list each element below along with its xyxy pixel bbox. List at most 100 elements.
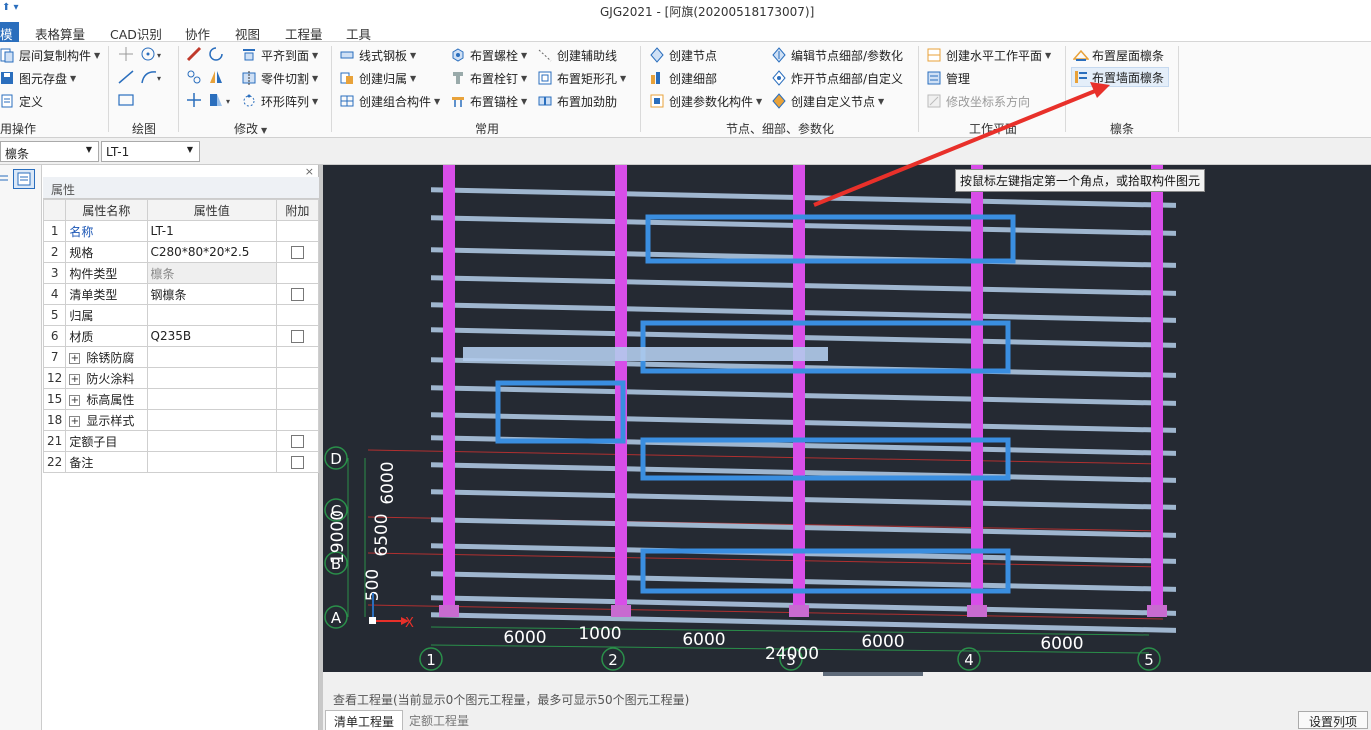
left-tool-strip — [0, 165, 42, 730]
axis-label: 1 — [426, 651, 436, 669]
properties-tab-icon[interactable] — [13, 169, 35, 189]
offset-icon[interactable] — [186, 69, 204, 88]
menu-collaborate[interactable]: 协作 — [185, 24, 210, 43]
property-value[interactable]: LT-1 — [146, 220, 277, 242]
dimension-label: 6000 — [503, 628, 546, 648]
group-label-modify[interactable]: 修改 ▼ — [234, 120, 267, 137]
copy-between-floors-button[interactable]: 层间复制构件 ▼ — [0, 45, 100, 65]
copy-between-floors-label: 层间复制构件 — [19, 48, 92, 63]
menu-tools[interactable]: 工具 — [346, 24, 371, 43]
draw-arc-tool[interactable]: ▾ — [140, 69, 166, 88]
table-row[interactable]: 21 定额子目 — [42, 430, 320, 452]
explode-node-button[interactable]: 炸开节点细部/自定义 — [772, 68, 903, 88]
edit-node-detail-button[interactable]: 编辑节点细部/参数化 — [772, 45, 903, 65]
table-row[interactable]: 6 材质 Q235B — [42, 325, 320, 347]
manage-workplane-button[interactable]: 管理 — [927, 68, 970, 88]
place-bolt-button[interactable]: 布置螺栓 ▼ — [451, 45, 527, 65]
table-row[interactable]: 15 + 标高属性 — [42, 388, 320, 410]
attach-checkbox[interactable] — [290, 246, 304, 259]
pen-icon[interactable] — [186, 46, 204, 65]
window-title: GJG2021 - [阿旗(20200518173007)] — [600, 5, 815, 19]
attach-cell — [275, 220, 320, 242]
table-row[interactable]: 12 + 防火涂料 — [42, 367, 320, 389]
place-stiffener-button[interactable]: 布置加劲肋 — [538, 91, 617, 111]
expand-icon[interactable]: + — [69, 352, 81, 364]
menu-table-calc[interactable]: 表格算量 — [35, 24, 85, 43]
list-icon[interactable] — [0, 171, 10, 187]
menu-view[interactable]: 视图 — [235, 24, 260, 43]
attach-checkbox[interactable] — [290, 330, 304, 343]
property-value[interactable]: 钢檩条 — [146, 283, 277, 305]
move-icon[interactable] — [186, 92, 204, 111]
place-anchor-bolt-button[interactable]: 布置锚栓 ▼ — [451, 91, 527, 111]
table-row[interactable]: 3 构件类型 檩条 — [42, 262, 320, 284]
component-name-select[interactable]: LT-1 ▼ — [101, 141, 200, 162]
table-row[interactable]: 7 + 除锈防腐 — [42, 346, 320, 368]
draw-rectangle-tool[interactable] — [117, 92, 137, 111]
attach-checkbox[interactable] — [290, 456, 304, 469]
table-row[interactable]: 22 备注 — [42, 451, 320, 473]
model-canvas[interactable]: 1 2 3 4 5ABCD6000 1000 6000 6000 600024000600065… — [323, 165, 1371, 672]
create-detail-button[interactable]: 创建细部 — [650, 68, 717, 88]
model-viewport[interactable]: 1 2 3 4 5 A B C D 6000 1000 6000 6000 6000 24000 6000 65… — [323, 165, 1371, 672]
save-element-button[interactable]: 图元存盘 ▼ — [0, 68, 76, 88]
expand-icon[interactable]: + — [69, 394, 81, 406]
create-aux-line-button[interactable]: 创建辅助线 — [538, 45, 617, 65]
rotate-icon[interactable] — [208, 46, 226, 65]
part-cut-button[interactable]: 零件切割 ▼ — [242, 68, 318, 88]
table-row[interactable]: 18 + 显示样式 — [42, 409, 320, 431]
place-rect-hole-button[interactable]: 布置矩形孔 ▼ — [538, 68, 626, 88]
property-value[interactable] — [146, 451, 277, 473]
table-row[interactable]: 4 清单类型 钢檩条 — [42, 283, 320, 305]
component-type-select[interactable]: 檩条 ▼ — [0, 141, 99, 162]
draw-circle-tool[interactable]: ▾ — [140, 46, 166, 65]
create-horizontal-workplane-button[interactable]: 创建水平工作平面 ▼ — [927, 45, 1051, 65]
place-wall-purlin-button[interactable]: 布置墙面檩条 — [1071, 67, 1170, 87]
modify-coordinate-direction-button: 修改坐标系方向 — [927, 91, 1030, 111]
table-row[interactable]: 2 规格 C280*80*20*2.5 — [42, 241, 320, 263]
create-ownership-button[interactable]: 创建归属 ▼ — [340, 68, 416, 88]
dimension-label: 6500 — [372, 513, 392, 556]
create-custom-node-button[interactable]: 创建自定义节点 ▼ — [772, 91, 884, 111]
property-group[interactable]: + 防火涂料 — [65, 367, 148, 389]
define-button[interactable]: 定义 — [0, 91, 43, 111]
menu-model[interactable]: 模 — [0, 22, 19, 42]
mirror-icon[interactable] — [208, 69, 226, 88]
table-row[interactable]: 1 名称 LT-1 — [42, 220, 320, 242]
property-name: 清单类型 — [65, 283, 148, 305]
menu-quantity[interactable]: 工程量 — [285, 24, 323, 43]
tab-bill-quantity[interactable]: 清单工程量 — [325, 710, 404, 730]
ribbon-separator — [108, 46, 109, 132]
set-columns-button[interactable]: 设置列项 — [1297, 711, 1368, 729]
property-group[interactable]: + 标高属性 — [65, 388, 148, 410]
expand-icon[interactable]: + — [69, 415, 81, 427]
extend-icon[interactable]: ▾ — [208, 92, 234, 111]
row-number: 5 — [42, 304, 67, 326]
splitter-handle[interactable] — [823, 672, 923, 676]
create-ownership-label: 创建归属 — [359, 71, 408, 86]
create-assembly-button[interactable]: 创建组合构件 ▼ — [340, 91, 440, 111]
circular-array-button[interactable]: 环形阵列 ▼ — [242, 91, 318, 111]
linear-steel-plate-button[interactable]: 线式钢板 ▼ — [340, 45, 416, 65]
tab-quota-quantity[interactable]: 定额工程量 — [401, 710, 477, 730]
create-node-button[interactable]: 创建节点 — [650, 45, 717, 65]
dimension-total-label: 24000 — [765, 644, 819, 664]
align-to-face-button[interactable]: 平齐到面 ▼ — [242, 45, 318, 65]
row-number-header — [42, 199, 67, 221]
table-row[interactable]: 5 归属 — [42, 304, 320, 326]
property-value[interactable] — [146, 430, 277, 452]
property-value[interactable]: Q235B — [146, 325, 277, 347]
draw-line-tool[interactable] — [117, 69, 137, 88]
create-parametric-button[interactable]: 创建参数化构件 ▼ — [650, 91, 762, 111]
property-value[interactable] — [146, 304, 277, 326]
place-stud-button[interactable]: 布置栓钉 ▼ — [451, 68, 527, 88]
attach-checkbox[interactable] — [290, 435, 304, 448]
quick-access-icon[interactable]: ⬆ ▾ — [2, 2, 19, 13]
property-group[interactable]: + 除锈防腐 — [65, 346, 148, 368]
attach-checkbox[interactable] — [290, 288, 304, 301]
menu-cad-recognize[interactable]: CAD识别 — [110, 24, 162, 43]
property-value[interactable]: C280*80*20*2.5 — [146, 241, 277, 263]
place-roof-purlin-button[interactable]: 布置屋面檩条 — [1072, 45, 1164, 65]
property-group[interactable]: + 显示样式 — [65, 409, 148, 431]
expand-icon[interactable]: + — [69, 373, 81, 385]
